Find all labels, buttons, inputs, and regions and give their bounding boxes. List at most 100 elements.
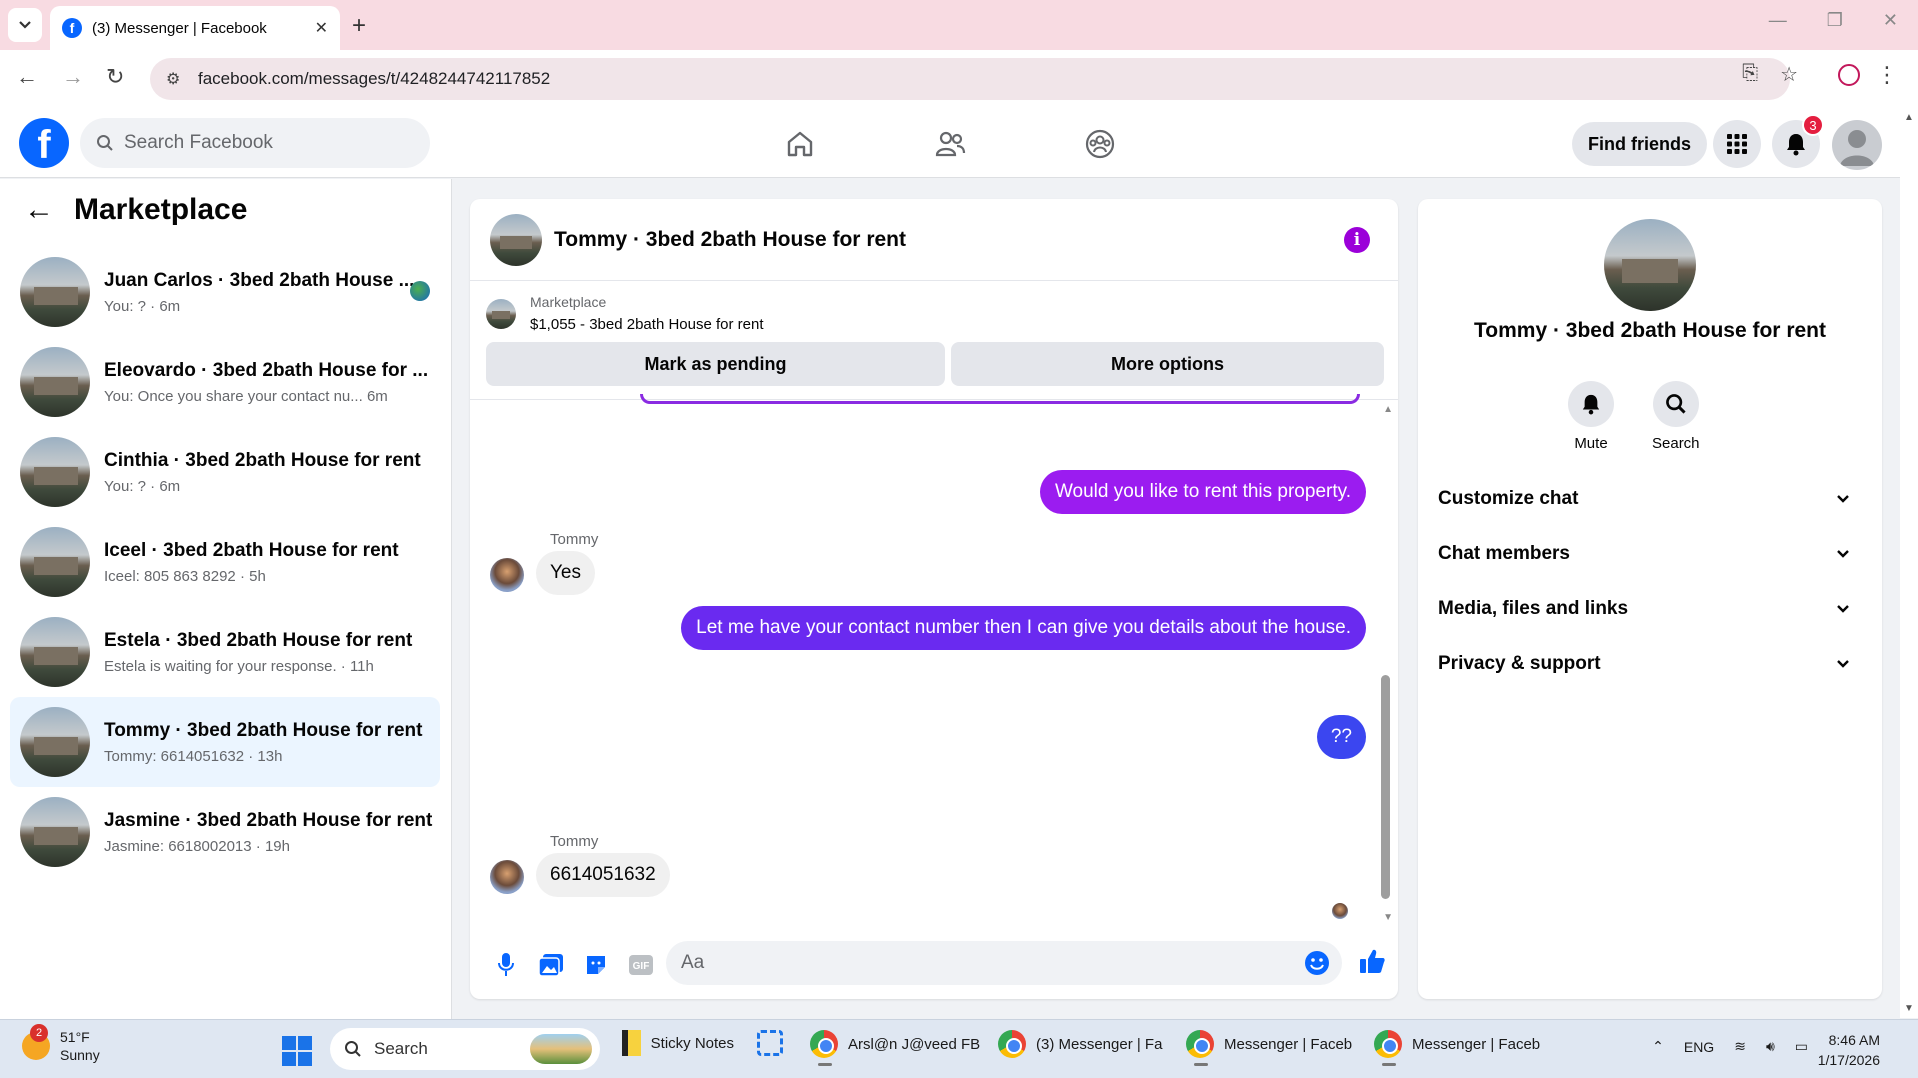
chat-scrollbar[interactable] bbox=[1381, 675, 1390, 899]
outgoing-message[interactable]: Would you like to rent this property. bbox=[1039, 470, 1366, 514]
battery-icon[interactable]: ▭ bbox=[1795, 1038, 1808, 1055]
find-friends-button[interactable]: Find friends bbox=[1572, 122, 1707, 166]
search-highlight-image bbox=[530, 1034, 592, 1064]
conversation-item[interactable]: Juan Carlos · 3bed 2bath House ... You: … bbox=[10, 247, 440, 337]
weather-widget[interactable]: 2 51°F Sunny bbox=[22, 1024, 100, 1064]
sender-avatar[interactable] bbox=[490, 558, 524, 592]
facebook-logo[interactable]: f bbox=[19, 118, 69, 168]
site-info-icon[interactable]: ⚙ bbox=[166, 69, 180, 89]
conversation-item[interactable]: Jasmine · 3bed 2bath House for rent Jasm… bbox=[10, 787, 440, 877]
svg-text:GIF: GIF bbox=[633, 961, 650, 972]
listing-actions: Mark as pending More options bbox=[486, 342, 1384, 386]
conversation-item[interactable]: Estela · 3bed 2bath House for rent Estel… bbox=[10, 607, 440, 697]
restore-icon[interactable]: ❐ bbox=[1827, 10, 1843, 31]
chrome-icon bbox=[998, 1030, 1026, 1058]
scroll-up-arrow-icon[interactable]: ▲ bbox=[1904, 112, 1914, 123]
forward-arrow-icon[interactable]: → bbox=[62, 64, 84, 90]
outgoing-message[interactable]: Let me have your contact number then I c… bbox=[681, 606, 1366, 650]
page-scrollbar[interactable]: ▲ ▼ bbox=[1900, 108, 1918, 1018]
taskbar-app-chrome-3[interactable]: Messenger | Faceb bbox=[1186, 1030, 1352, 1066]
groups-icon[interactable] bbox=[1080, 124, 1120, 164]
media-files-links-section[interactable]: Media, files and links bbox=[1438, 581, 1862, 636]
conversation-name: Juan Carlos · 3bed 2bath House ... bbox=[104, 269, 415, 291]
incoming-message[interactable]: Yes bbox=[536, 551, 595, 595]
conversation-name: Tommy · 3bed 2bath House for rent bbox=[104, 719, 423, 741]
snipping-tool-icon bbox=[757, 1030, 783, 1056]
taskbar-app-snipping-tool[interactable] bbox=[757, 1030, 783, 1056]
marketplace-listing-row[interactable]: Marketplace $1,055 - 3bed 2bath House fo… bbox=[486, 294, 764, 333]
message-input[interactable]: Aa bbox=[666, 941, 1342, 985]
chat-members-section[interactable]: Chat members bbox=[1438, 526, 1862, 581]
emoji-icon[interactable] bbox=[1304, 950, 1330, 982]
listing-avatar bbox=[20, 617, 90, 687]
listing-avatar bbox=[20, 257, 90, 327]
taskbar-clock[interactable]: 8:46 AM 1/17/2026 bbox=[1818, 1030, 1880, 1070]
taskbar-app-chrome-2[interactable]: (3) Messenger | Fa bbox=[998, 1030, 1163, 1058]
conversation-item[interactable]: Cinthia · 3bed 2bath House for rent You:… bbox=[10, 427, 440, 517]
notifications-button[interactable]: 3 bbox=[1772, 114, 1824, 168]
conversation-item[interactable]: Iceel · 3bed 2bath House for rent Iceel:… bbox=[10, 517, 440, 607]
listing-avatar bbox=[20, 707, 90, 777]
chat-title[interactable]: Tommy · 3bed 2bath House for rent bbox=[554, 228, 906, 252]
taskbar-app-chrome-4[interactable]: Messenger | Faceb bbox=[1374, 1030, 1540, 1066]
home-icon[interactable] bbox=[780, 124, 820, 164]
conversation-item[interactable]: Eleovardo · 3bed 2bath House for ... You… bbox=[10, 337, 440, 427]
scroll-up-arrow-icon[interactable]: ▲ bbox=[1383, 404, 1393, 415]
search-label: Search bbox=[1652, 435, 1700, 452]
sticker-icon[interactable] bbox=[576, 945, 616, 985]
browser-tab[interactable]: f (3) Messenger | Facebook ✕ bbox=[50, 6, 340, 50]
new-tab-button[interactable]: + bbox=[352, 12, 366, 40]
tab-search-button[interactable] bbox=[8, 8, 42, 42]
facebook-search-input[interactable]: Search Facebook bbox=[80, 118, 430, 168]
close-tab-icon[interactable]: ✕ bbox=[315, 18, 328, 38]
url-field[interactable]: ⚙ facebook.com/messages/t/42482447421178… bbox=[150, 58, 1790, 100]
microphone-icon[interactable] bbox=[486, 945, 526, 985]
chevron-down-icon bbox=[1837, 604, 1849, 613]
mute-button[interactable]: Mute bbox=[1568, 381, 1614, 452]
thumbs-up-icon[interactable] bbox=[1358, 947, 1386, 980]
privacy-support-section[interactable]: Privacy & support bbox=[1438, 636, 1862, 691]
conversation-item-active[interactable]: Tommy · 3bed 2bath House for rent Tommy:… bbox=[10, 697, 440, 787]
customize-chat-section[interactable]: Customize chat bbox=[1438, 471, 1862, 526]
more-options-button[interactable]: More options bbox=[951, 342, 1384, 386]
weather-badge: 2 bbox=[30, 1024, 48, 1042]
volume-icon[interactable]: 🔊︎ bbox=[1766, 1038, 1775, 1055]
menu-grid-button[interactable] bbox=[1713, 120, 1761, 168]
scroll-down-arrow-icon[interactable]: ▼ bbox=[1383, 912, 1393, 923]
taskbar-search[interactable]: Search bbox=[330, 1028, 600, 1070]
browser-menu-icon[interactable]: ⋮ bbox=[1876, 62, 1898, 88]
back-arrow-icon[interactable]: ← bbox=[24, 193, 54, 227]
reload-icon[interactable]: ↻ bbox=[106, 64, 124, 90]
incoming-message[interactable]: 6614051632 bbox=[536, 853, 670, 897]
chat-avatar[interactable] bbox=[490, 213, 542, 266]
minimize-icon[interactable]: — bbox=[1769, 10, 1787, 31]
window-controls: — ❐ ✕ bbox=[1769, 10, 1898, 31]
listing-thumbnail bbox=[486, 298, 516, 329]
language-indicator[interactable]: ENG bbox=[1684, 1039, 1714, 1055]
chat-panel: Tommy · 3bed 2bath House for rent i Mark… bbox=[470, 199, 1398, 999]
gif-icon[interactable]: GIF bbox=[621, 945, 661, 985]
chevron-up-icon[interactable]: ⌃ bbox=[1652, 1038, 1664, 1055]
back-arrow-icon[interactable]: ← bbox=[16, 64, 38, 90]
profile-avatar[interactable] bbox=[1604, 219, 1696, 311]
bookmark-star-icon[interactable]: ☆ bbox=[1780, 62, 1798, 87]
taskbar-app-sticky-notes[interactable]: Sticky Notes bbox=[622, 1030, 734, 1056]
conversation-preview: You: ? · 6m bbox=[104, 477, 181, 495]
start-button[interactable] bbox=[282, 1036, 312, 1066]
mark-as-pending-button[interactable]: Mark as pending bbox=[486, 342, 945, 386]
chrome-icon bbox=[810, 1030, 838, 1058]
wifi-icon[interactable]: ≋ bbox=[1734, 1038, 1746, 1055]
close-window-icon[interactable]: ✕ bbox=[1883, 10, 1898, 31]
search-in-conversation-button[interactable]: Search bbox=[1652, 381, 1700, 452]
sender-avatar[interactable] bbox=[490, 860, 524, 894]
taskbar-app-chrome-1[interactable]: Arsl@n J@veed FB bbox=[810, 1030, 980, 1066]
scroll-down-arrow-icon[interactable]: ▼ bbox=[1904, 1003, 1914, 1014]
account-avatar[interactable] bbox=[1832, 120, 1882, 170]
outgoing-message[interactable]: ?? bbox=[1316, 715, 1366, 759]
install-app-icon[interactable]: ⎘ bbox=[1742, 62, 1758, 87]
photo-icon[interactable] bbox=[531, 945, 571, 985]
conversation-name: Iceel · 3bed 2bath House for rent bbox=[104, 539, 399, 561]
friends-icon[interactable] bbox=[930, 124, 970, 164]
browser-profile-icon[interactable] bbox=[1838, 64, 1860, 86]
info-icon[interactable]: i bbox=[1344, 227, 1370, 253]
